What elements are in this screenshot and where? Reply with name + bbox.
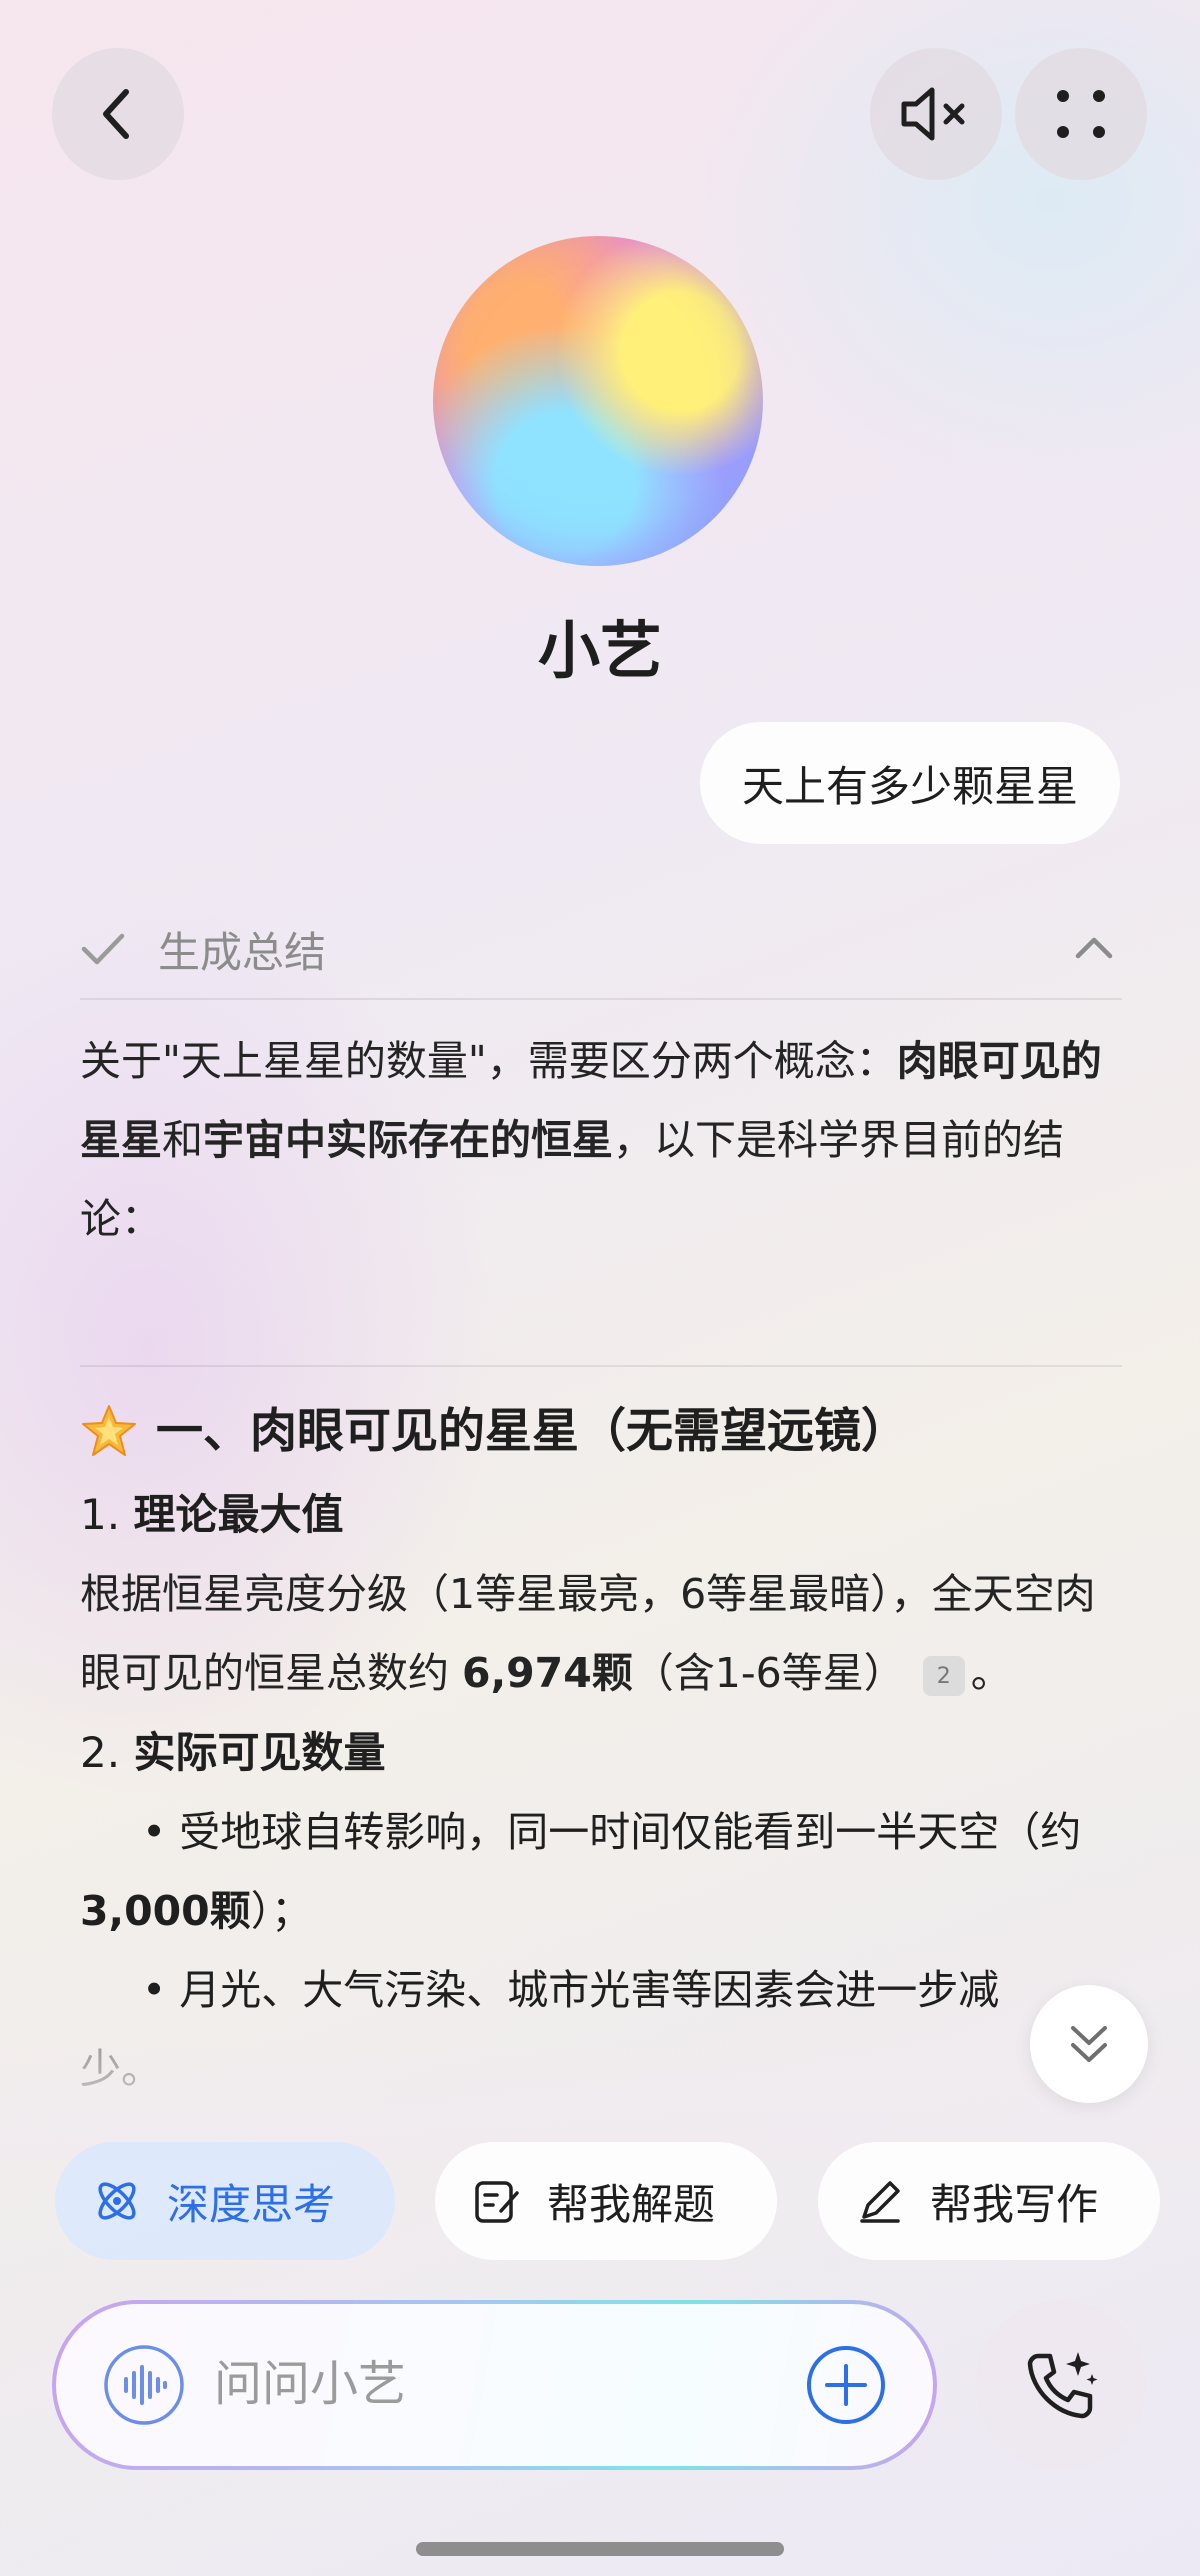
deep-think-chip[interactable]: 深度思考	[55, 2142, 395, 2260]
user-message-bubble: 天上有多少颗星星	[699, 722, 1120, 844]
item-1-body: 根据恒星亮度分级（1等星最亮，6等星最暗），全天空肉眼可见的恒星总数约 6,97…	[80, 1555, 1122, 1713]
intro-paragraph: 关于"天上星星的数量"，需要区分两个概念：肉眼可见的星星和宇宙中实际存在的恒星，…	[80, 1022, 1122, 1259]
summary-label: 生成总结	[158, 927, 327, 977]
bullet-text: ）；	[250, 1887, 313, 1935]
bullet-1: • 受地球自转影响，同一时间仅能看到一半天空（约 3,000颗）；	[80, 1793, 1122, 1951]
intro-text: 和	[162, 1116, 203, 1164]
solve-problem-label: 帮我解题	[547, 2179, 716, 2229]
item-text: （含1-6等星）	[632, 1649, 905, 1697]
item-title-text: 实际可见数量	[133, 1728, 386, 1777]
home-indicator[interactable]	[416, 2542, 784, 2556]
chevron-left-icon	[103, 89, 129, 139]
section-title: 一、肉眼可见的星星（无需望远镜）	[156, 1404, 908, 1459]
intro-bold-2: 宇宙中实际存在的恒星	[203, 1116, 613, 1164]
item-number: 2.	[80, 1728, 134, 1777]
ask-input-container	[56, 2304, 933, 2466]
bullet-bold: 3,000颗	[80, 1887, 251, 1935]
item-1-title: 1. 理论最大值	[80, 1475, 1122, 1555]
scroll-to-bottom-button[interactable]	[1030, 1985, 1148, 2103]
item-text: 。	[970, 1649, 1012, 1697]
chevron-up-icon	[1075, 937, 1113, 959]
help-write-chip[interactable]: 帮我写作	[818, 2142, 1160, 2260]
phone-sparkle-icon	[1027, 2352, 1098, 2419]
bullet-text: • 月光、大气污染、城市光害等因素会进一步减	[142, 1966, 1000, 2014]
deep-think-label: 深度思考	[167, 2179, 336, 2229]
pen-sparkle-icon	[860, 2181, 900, 2223]
atom-icon	[98, 2182, 136, 2220]
speaker-muted-icon	[901, 87, 965, 141]
item-bold: 6,974颗	[462, 1649, 633, 1697]
divider	[80, 1365, 1122, 1367]
mute-button[interactable]	[870, 48, 1002, 180]
voice-wave-icon[interactable]	[102, 2343, 186, 2427]
answer-content: 关于"天上星星的数量"，需要区分两个概念：肉眼可见的星星和宇宙中实际存在的恒星，…	[80, 1022, 1122, 2109]
ask-input[interactable]	[214, 2344, 734, 2424]
help-write-label: 帮我写作	[930, 2179, 1099, 2229]
ask-input-bar	[52, 2300, 937, 2470]
item-2-title: 2. 实际可见数量	[80, 1713, 1122, 1793]
citation-badge[interactable]: 2	[922, 1656, 965, 1696]
item-number: 1.	[80, 1490, 134, 1539]
plus-circle-icon[interactable]	[805, 2344, 887, 2426]
four-dots-icon	[1057, 90, 1105, 138]
intro-text: 关于"天上星星的数量"，需要区分两个概念：	[80, 1037, 897, 1085]
item-title-text: 理论最大值	[133, 1490, 344, 1539]
back-button[interactable]	[52, 48, 184, 180]
edit-document-icon	[475, 2181, 519, 2223]
more-options-button[interactable]	[1015, 48, 1147, 180]
assistant-avatar-orb	[433, 236, 763, 566]
glowing-star-icon	[82, 1405, 136, 1456]
assistant-name: 小艺	[537, 614, 662, 687]
double-chevron-down-icon	[1071, 2026, 1107, 2062]
solve-problem-chip[interactable]: 帮我解题	[435, 2142, 777, 2260]
summary-toggle[interactable]: 生成总结	[80, 900, 1122, 1000]
voice-call-button[interactable]	[976, 2300, 1146, 2470]
checkmark-icon	[81, 933, 125, 965]
section-heading: 一、肉眼可见的星星（无需望远镜）	[80, 1389, 1122, 1475]
bullet-text: • 受地球自转影响，同一时间仅能看到一半天空（约	[142, 1808, 1082, 1856]
